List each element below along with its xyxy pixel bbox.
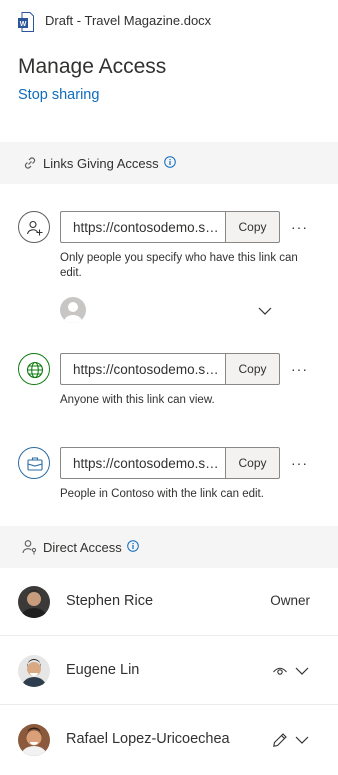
info-icon[interactable]	[164, 156, 176, 168]
link-icon	[24, 157, 36, 169]
link-description: Anyone with this link can view.	[60, 394, 215, 406]
people-add-icon	[18, 211, 50, 243]
link-url-field[interactable]: https://contosodemo.sharepoint.com/:w:/s…	[60, 353, 226, 385]
links-section-label: Links Giving Access	[43, 156, 159, 171]
person-name: Stephen Rice	[66, 593, 154, 609]
direct-section-label: Direct Access	[43, 540, 122, 555]
links-giving-access-header: Links Giving Access	[0, 142, 338, 184]
more-options-button[interactable]: ···	[291, 456, 311, 476]
person-row[interactable]: Eugene Lin	[0, 637, 338, 705]
chevron-down-icon[interactable]	[294, 732, 310, 748]
person-key-icon	[22, 540, 37, 555]
avatar	[18, 724, 50, 756]
pencil-icon[interactable]	[272, 732, 288, 748]
more-options-button[interactable]: ···	[291, 220, 311, 240]
info-icon[interactable]	[127, 540, 139, 552]
globe-icon	[18, 353, 50, 385]
chevron-down-icon[interactable]	[294, 663, 310, 679]
organization-briefcase-icon	[18, 447, 50, 479]
link-url-field[interactable]: https://contosodemo.sharepoint.com/:w:/s…	[60, 447, 226, 479]
copy-link-button[interactable]: Copy	[225, 353, 280, 385]
svg-text:W: W	[20, 21, 27, 28]
person-placeholder-icon	[60, 297, 86, 323]
more-options-button[interactable]: ···	[291, 362, 311, 382]
eye-icon[interactable]	[272, 663, 288, 679]
person-name: Rafael Lopez-Uricoechea	[66, 731, 230, 747]
person-row[interactable]: Stephen Rice Owner	[0, 568, 338, 636]
link-description: People in Contoso with the link can edit…	[60, 488, 264, 500]
avatar	[18, 586, 50, 618]
chevron-down-icon[interactable]	[257, 303, 273, 319]
direct-access-header: Direct Access	[0, 526, 338, 568]
document-title: Draft - Travel Magazine.docx	[45, 13, 212, 28]
word-document-icon: W	[18, 12, 34, 32]
avatar	[18, 655, 50, 687]
role-label: Owner	[270, 593, 310, 608]
person-name: Eugene Lin	[66, 662, 140, 678]
page-title: Manage Access	[18, 55, 167, 78]
link-description: Only people you specify who have this li…	[60, 252, 298, 279]
copy-link-button[interactable]: Copy	[225, 211, 280, 243]
copy-link-button[interactable]: Copy	[225, 447, 280, 479]
link-url-field[interactable]: https://contosodemo.sharepoint.com/:w:/s…	[60, 211, 226, 243]
person-row[interactable]: Rafael Lopez-Uricoechea	[0, 706, 338, 774]
stop-sharing-link[interactable]: Stop sharing	[18, 87, 99, 103]
